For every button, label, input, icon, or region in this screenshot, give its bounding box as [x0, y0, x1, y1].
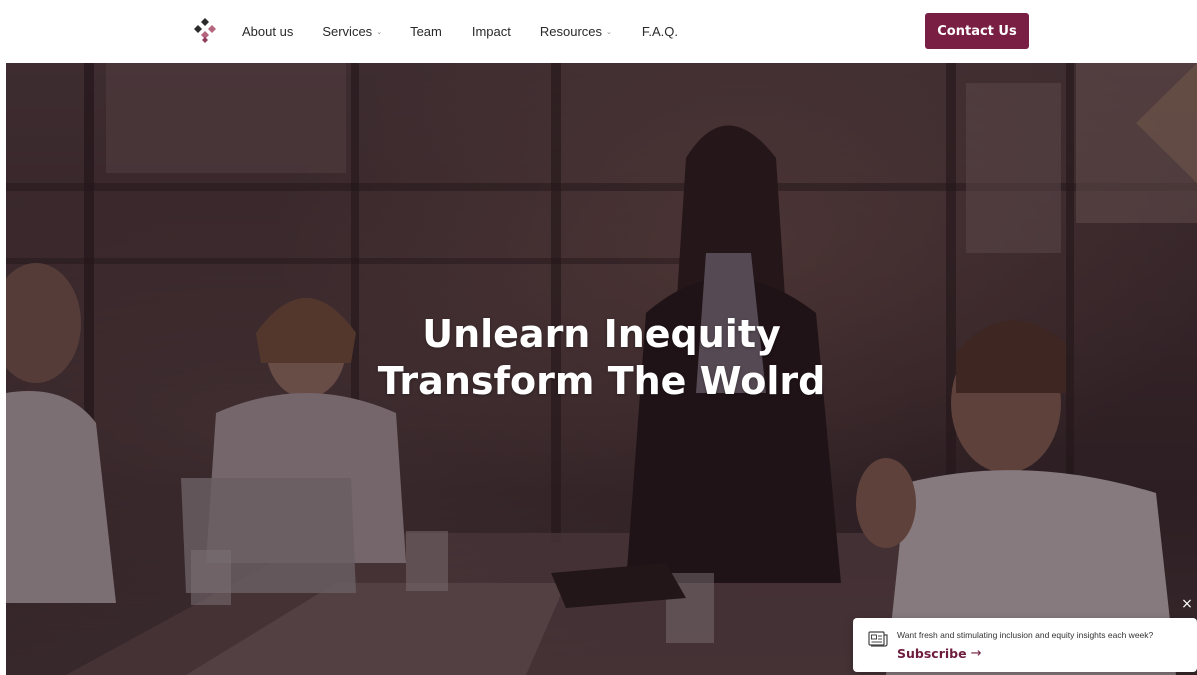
nav-about-us[interactable]: About us — [242, 24, 293, 39]
nav-team[interactable]: Team — [410, 24, 442, 39]
nav-faq[interactable]: F.A.Q. — [642, 24, 678, 39]
hero-title-line-1: Unlearn Inequity — [422, 312, 781, 356]
site-header: About us Services ⌄ Team Impact Resource… — [0, 0, 1197, 63]
nav-impact-label: Impact — [471, 24, 511, 39]
subscribe-popup: Want fresh and stimulating inclusion and… — [853, 618, 1197, 672]
subscribe-message: Want fresh and stimulating inclusion and… — [897, 630, 1154, 640]
nav-faq-label: F.A.Q. — [641, 24, 679, 39]
nav-services[interactable]: Services ⌄ — [322, 24, 382, 39]
nav-resources[interactable]: Resources ⌄ — [540, 24, 612, 39]
newsletter-icon — [868, 631, 888, 647]
subscribe-link[interactable]: Subscribe → — [897, 646, 981, 661]
close-popup-icon[interactable]: × — [1180, 597, 1194, 611]
logo-icon[interactable] — [190, 17, 220, 45]
subscribe-label: Subscribe — [897, 646, 967, 661]
nav-resources-label: Resources — [539, 24, 603, 39]
chevron-down-icon: ⌄ — [606, 28, 612, 36]
main-nav: About us Services ⌄ Team Impact Resource… — [242, 0, 678, 63]
nav-about-us-label: About us — [242, 24, 294, 39]
nav-impact[interactable]: Impact — [472, 24, 511, 39]
chevron-down-icon: ⌄ — [376, 28, 383, 36]
hero-title-line-2: Transform The Wolrd — [377, 359, 826, 403]
nav-team-label: Team — [410, 24, 442, 39]
arrow-right-icon: → — [970, 646, 982, 661]
contact-us-button[interactable]: Contact Us — [925, 13, 1029, 49]
page: About us Services ⌄ Team Impact Resource… — [0, 0, 1197, 675]
nav-services-label: Services — [322, 24, 373, 39]
hero-banner: Unlearn Inequity Transform The Wolrd — [6, 63, 1197, 675]
